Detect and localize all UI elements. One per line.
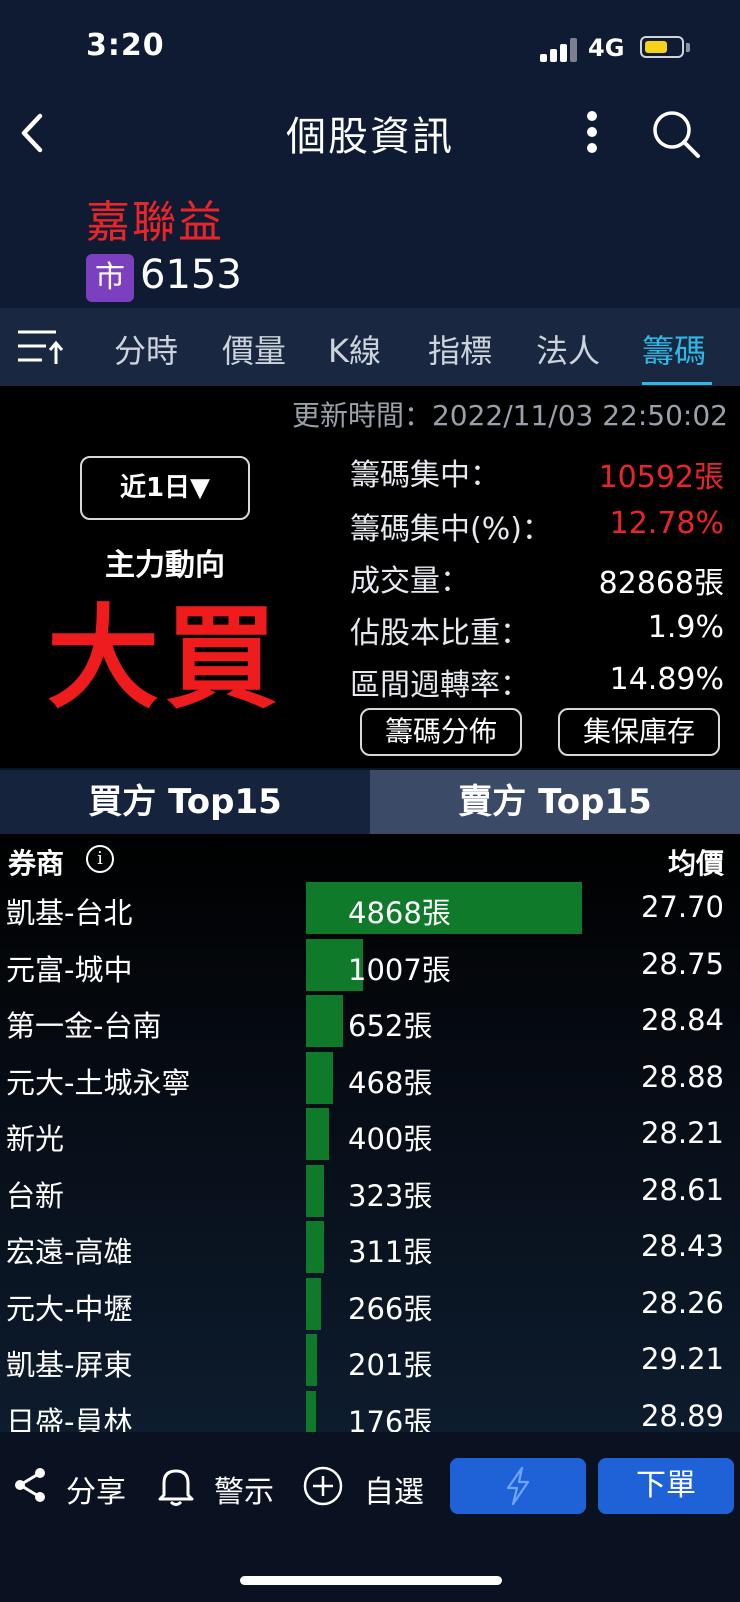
column-header-broker: 券商	[8, 847, 65, 880]
broker-volume: 4868張	[348, 896, 451, 930]
stat-label-concentration-pct: 籌碼集中(%)：	[350, 512, 552, 547]
share-icon[interactable]	[12, 1465, 48, 1505]
volume-bar	[306, 1221, 324, 1273]
volume-bar	[306, 1108, 329, 1160]
tab-institutional[interactable]: 法人	[536, 326, 600, 372]
main-force-value: 大買	[47, 594, 283, 724]
stat-label-turnover: 區間週轉率：	[350, 668, 530, 703]
home-indicator[interactable]	[240, 1576, 502, 1585]
broker-avg-price: 28.61	[640, 1173, 724, 1207]
add-circle-icon[interactable]	[302, 1465, 344, 1507]
update-time: 更新時間：2022/11/03 22:50:02	[291, 399, 728, 432]
stat-value-turnover: 14.89%	[609, 662, 724, 697]
tab-chips[interactable]: 籌碼	[642, 326, 706, 372]
broker-name: 凱基-屏東	[6, 1348, 133, 1382]
broker-row[interactable]: 台新 323張 28.61	[0, 1165, 740, 1221]
column-header-avg-price: 均價	[667, 847, 724, 880]
broker-avg-price: 28.88	[640, 1060, 724, 1094]
place-order-button[interactable]: 下單	[598, 1458, 734, 1514]
broker-volume: 400張	[348, 1122, 433, 1156]
tab-price-volume[interactable]: 價量	[222, 326, 286, 372]
network-type: 4G	[588, 34, 625, 62]
lightning-icon	[506, 1466, 530, 1506]
broker-volume: 323張	[348, 1179, 433, 1213]
stock-code: 6153	[140, 252, 242, 298]
broker-avg-price: 28.26	[640, 1286, 724, 1320]
broker-volume: 652張	[348, 1009, 433, 1043]
broker-avg-price: 28.21	[640, 1116, 724, 1150]
battery-icon	[640, 36, 684, 58]
broker-volume: 311張	[348, 1235, 433, 1269]
broker-avg-price: 28.43	[640, 1229, 724, 1263]
volume-bar	[306, 1278, 321, 1330]
broker-row[interactable]: 元富-城中 1007張 28.75	[0, 939, 740, 995]
volume-bar	[306, 1052, 333, 1104]
stat-value-capital-ratio: 1.9%	[647, 610, 724, 645]
broker-avg-price: 28.89	[640, 1399, 724, 1433]
depository-inventory-button[interactable]: 集保庫存	[558, 708, 720, 756]
watchlist-button[interactable]: 自選	[364, 1467, 424, 1511]
broker-name: 凱基-台北	[6, 896, 133, 930]
broker-row[interactable]: 凱基-台北 4868張 27.70	[0, 882, 740, 938]
period-dropdown[interactable]: 近1日▼	[80, 456, 250, 520]
page-title: 個股資訊	[286, 114, 454, 160]
share-button[interactable]: 分享	[66, 1467, 126, 1511]
broker-avg-price: 28.75	[640, 947, 724, 981]
broker-name: 新光	[6, 1122, 65, 1156]
broker-row[interactable]: 新光 400張 28.21	[0, 1108, 740, 1164]
broker-avg-price: 28.84	[640, 1003, 724, 1037]
tab-k-line[interactable]: K線	[328, 326, 381, 372]
info-icon[interactable]: i	[86, 845, 114, 873]
main-force-label: 主力動向	[105, 548, 225, 583]
tab-buyer-top15[interactable]: 買方 Top15	[0, 770, 370, 834]
broker-row[interactable]: 凱基-屏東 201張 29.21	[0, 1334, 740, 1390]
broker-name: 台新	[6, 1179, 65, 1213]
market-badge: 市	[86, 254, 134, 302]
volume-bar	[306, 1165, 324, 1217]
broker-volume: 201張	[348, 1348, 433, 1382]
broker-name: 元富-城中	[6, 953, 133, 987]
broker-volume: 266張	[348, 1292, 433, 1326]
status-time: 3:20	[86, 28, 165, 63]
sort-menu-icon[interactable]	[16, 326, 64, 368]
search-icon[interactable]	[650, 108, 702, 160]
broker-row[interactable]: 元大-中壢 266張 28.26	[0, 1278, 740, 1334]
bell-icon[interactable]	[156, 1465, 196, 1507]
stat-label-concentration: 籌碼集中：	[350, 458, 500, 493]
volume-bar	[306, 995, 343, 1047]
stat-value-concentration: 10592張	[598, 460, 724, 495]
tab-time-sharing[interactable]: 分時	[114, 326, 178, 372]
broker-avg-price: 29.21	[640, 1342, 724, 1376]
chip-distribution-button[interactable]: 籌碼分佈	[360, 708, 522, 756]
alert-button[interactable]: 警示	[214, 1467, 274, 1511]
broker-name: 第一金-台南	[6, 1009, 162, 1043]
tab-indicators[interactable]: 指標	[428, 326, 492, 372]
broker-name: 元大-土城永寧	[6, 1066, 191, 1100]
broker-avg-price: 27.70	[640, 890, 724, 924]
stock-name: 嘉聯益	[86, 197, 224, 248]
stat-value-volume: 82868張	[598, 566, 724, 601]
broker-name: 元大-中壢	[6, 1292, 133, 1326]
quick-order-button[interactable]	[450, 1458, 586, 1514]
volume-bar	[306, 1334, 317, 1386]
tab-seller-top15[interactable]: 賣方 Top15	[370, 770, 740, 834]
stat-label-volume: 成交量：	[350, 564, 470, 599]
battery-tip	[686, 43, 690, 52]
broker-volume: 468張	[348, 1066, 433, 1100]
stat-value-concentration-pct: 12.78%	[609, 506, 724, 541]
broker-volume: 1007張	[348, 953, 451, 987]
broker-row[interactable]: 元大-土城永寧 468張 28.88	[0, 1052, 740, 1108]
active-tab-indicator	[642, 382, 712, 385]
signal-icon	[540, 38, 580, 62]
broker-row[interactable]: 第一金-台南 652張 28.84	[0, 995, 740, 1051]
stat-label-capital-ratio: 佔股本比重：	[350, 616, 530, 651]
more-icon[interactable]	[574, 108, 610, 158]
broker-row[interactable]: 宏遠-高雄 311張 28.43	[0, 1221, 740, 1277]
broker-name: 宏遠-高雄	[6, 1235, 133, 1269]
